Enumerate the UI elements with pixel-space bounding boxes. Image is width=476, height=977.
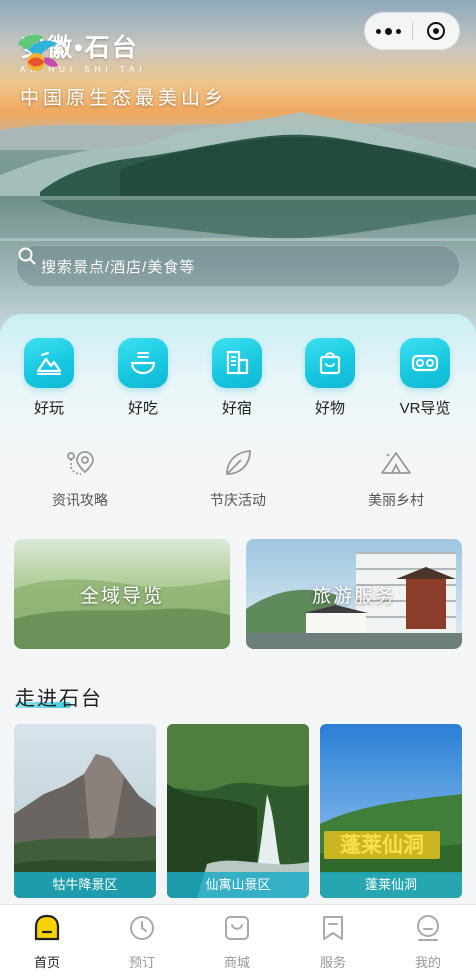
logo-mark-icon: [18, 34, 58, 71]
scenic-card-guniujiang[interactable]: 牯牛降景区: [14, 724, 156, 898]
shop-icon: [225, 916, 249, 940]
dot-icon: [395, 28, 401, 34]
dot-icon: [375, 28, 381, 34]
search-placeholder: 搜索景点/酒店/美食等: [41, 258, 196, 276]
banner-full-area-guide[interactable]: 全域导览: [14, 539, 230, 649]
target-circle-icon: [426, 22, 445, 40]
main-content-panel: 好玩 好吃 好宿 好物 VR导览 资讯攻略 节庆活动 美丽乡村 全域导览 旅游服…: [0, 314, 476, 914]
category-label: 好宿: [221, 400, 252, 417]
subcategory-news-guide[interactable]: 资讯攻略: [15, 446, 145, 510]
village-tent-icon: [381, 452, 411, 474]
banner-tourism-service[interactable]: 旅游服务: [246, 539, 462, 649]
category-haochi[interactable]: 好吃: [103, 338, 183, 418]
tab-label: 服务: [319, 955, 346, 970]
category-label: 好吃: [127, 400, 158, 417]
subcategory-festivals[interactable]: 节庆活动: [173, 446, 303, 510]
slogan-text: 中国原生态最美山乡: [20, 88, 228, 109]
category-haowan[interactable]: 好玩: [9, 338, 89, 418]
search-icon: [18, 247, 36, 265]
bookmark-icon: [323, 916, 343, 940]
banner-label: 全域导览: [79, 586, 164, 607]
scenic-card-xianyushan[interactable]: 仙寓山景区: [167, 724, 309, 898]
app-logo: 安徽•石台 AN HUI SHI TAI: [14, 28, 147, 74]
category-haowu[interactable]: 好物: [290, 338, 370, 418]
mountain-icon: [24, 338, 74, 388]
section-title: 走进石台: [15, 688, 103, 710]
user-face-icon: [417, 915, 439, 941]
tab-label: 商城: [223, 955, 250, 970]
hotel-icon: [212, 338, 262, 388]
mini-program-capsule: [364, 12, 460, 50]
category-label: 好玩: [33, 400, 64, 417]
subcategory-label: 资讯攻略: [52, 492, 108, 508]
category-haosu[interactable]: 好宿: [197, 338, 277, 418]
shopping-bag-icon: [305, 338, 355, 388]
category-vr-guide[interactable]: VR导览: [385, 338, 465, 418]
tab-booking[interactable]: 预订: [102, 913, 182, 971]
scenic-card-label: 牯牛降景区: [14, 872, 156, 898]
clock-icon: [130, 916, 154, 940]
subcategory-label: 美丽乡村: [368, 492, 424, 508]
scenic-card-penglai-cave[interactable]: 蓬莱仙洞 蓬莱仙洞: [320, 724, 462, 898]
tab-home[interactable]: 首页: [7, 913, 87, 971]
close-mini-program-button[interactable]: [412, 22, 459, 40]
more-options-button[interactable]: [365, 27, 412, 35]
tab-service[interactable]: 服务: [293, 913, 373, 971]
primary-category-row: 好玩 好吃 好宿 好物 VR导览: [0, 338, 476, 438]
tab-label: 预订: [128, 955, 155, 970]
secondary-category-row: 资讯攻略 节庆活动 美丽乡村: [0, 446, 476, 508]
scenic-card-label: 仙寓山景区: [167, 872, 309, 898]
home-icon: [34, 914, 60, 941]
scenic-card-label: 蓬莱仙洞: [320, 872, 462, 898]
bottom-tab-bar: 首页 预订 商城 服务 我的: [0, 904, 476, 977]
location-guide-icon: [67, 451, 94, 475]
vr-glasses-icon: [400, 338, 450, 388]
dot-icon: [384, 27, 392, 35]
category-label: VR导览: [399, 400, 451, 417]
search-bar[interactable]: 搜索景点/酒店/美食等: [16, 245, 460, 287]
tab-label: 首页: [33, 955, 60, 970]
banner-label: 旅游服务: [311, 586, 396, 607]
tab-mine[interactable]: 我的: [388, 913, 468, 971]
category-label: 好物: [314, 400, 345, 417]
subcategory-label: 节庆活动: [210, 492, 266, 508]
subcategory-beautiful-village[interactable]: 美丽乡村: [331, 446, 461, 510]
tab-label: 我的: [414, 955, 441, 970]
bowl-icon: [118, 338, 168, 388]
hero-banner: 安徽•石台 AN HUI SHI TAI 中国原生态最美山乡 搜索景点/酒店/美…: [0, 0, 476, 345]
leaf-icon: [226, 450, 251, 475]
tab-mall[interactable]: 商城: [197, 913, 277, 971]
cave-sign-text: 蓬莱仙洞: [340, 833, 424, 857]
